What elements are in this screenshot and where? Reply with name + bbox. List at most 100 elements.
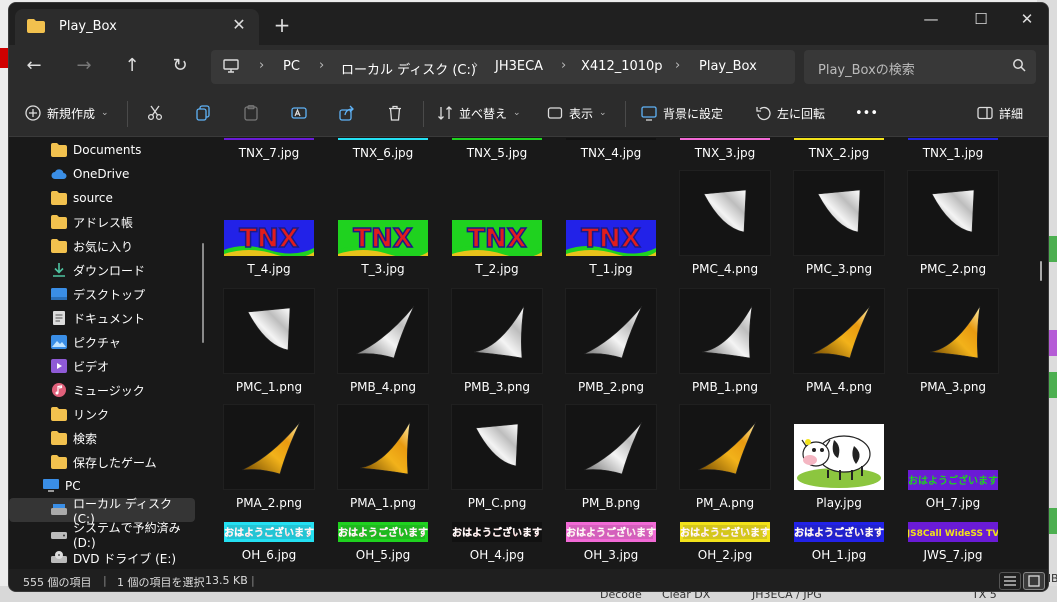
sidebar-item-documents[interactable]: Documents (9, 138, 195, 162)
view-icon (547, 107, 563, 119)
sidebar-item-onedrive[interactable]: OneDrive (9, 162, 195, 186)
file-item[interactable]: TNX T_2.jpg (441, 166, 553, 280)
maximize-icon[interactable]: ☐ (961, 7, 1001, 33)
pictures-icon (51, 335, 67, 349)
file-item[interactable]: おはようございます OH_2.jpg (669, 516, 781, 566)
paste-button[interactable] (243, 101, 259, 125)
sidebar-item-searches[interactable]: 検索 (9, 426, 195, 450)
new-button[interactable]: 新規作成 ⌄ (25, 101, 109, 125)
file-item[interactable]: PMA_3.png (897, 284, 1009, 398)
back-icon[interactable]: ← (19, 53, 49, 81)
file-item[interactable]: おはようございます OH_7.jpg (897, 400, 1009, 514)
file-item[interactable]: PMB_1.png (669, 284, 781, 398)
view-button[interactable]: 表示 ⌄ (547, 101, 607, 125)
file-name: PMB_4.png (349, 380, 417, 394)
file-thumbnail: おはようございます (219, 522, 319, 542)
breadcrumb-x412[interactable]: X412_1010p (581, 59, 663, 74)
sidebar-scrollbar[interactable] (202, 243, 204, 343)
details-button[interactable]: 詳細 (977, 101, 1023, 125)
file-item[interactable]: PMC_3.png (783, 166, 895, 280)
delete-button[interactable] (387, 101, 403, 125)
file-thumbnail: おはようございます (561, 522, 661, 542)
file-item[interactable]: PMA_1.png (327, 400, 439, 514)
file-item[interactable]: TNX 73 TNX_4.jpg (555, 138, 667, 164)
file-item[interactable]: PMC_2.png (897, 166, 1009, 280)
file-item[interactable]: TNX 73 TNX_7.jpg (213, 138, 325, 164)
file-item[interactable]: PMB_3.png (441, 284, 553, 398)
file-item[interactable]: PMA_4.png (783, 284, 895, 398)
breadcrumb-jh3eca[interactable]: JH3ECA (495, 59, 543, 74)
file-item[interactable]: おはようございます OH_1.jpg (783, 516, 895, 566)
sidebar-item-links[interactable]: リンク (9, 402, 195, 426)
sidebar-item-favorites[interactable]: お気に入り (9, 234, 195, 258)
address-bar[interactable]: › PC › ローカル ディスク (C:) › JH3ECA › X412_10… (211, 50, 795, 84)
more-options-button[interactable]: ••• (855, 101, 878, 125)
file-thumbnail: JS8Call WideSS TV (903, 522, 1003, 542)
rename-button[interactable] (291, 101, 307, 125)
file-item[interactable]: PMB_4.png (327, 284, 439, 398)
folder-icon (51, 191, 67, 205)
share-icon (339, 105, 354, 121)
up-icon[interactable]: ↑ (117, 53, 147, 81)
drive-icon (51, 504, 67, 515)
file-item[interactable]: おはようございます OH_6.jpg (213, 516, 325, 566)
pc-icon (223, 59, 239, 73)
sidebar-item-downloads[interactable]: ダウンロード (9, 258, 195, 282)
sidebar-item-saved-games[interactable]: 保存したゲーム (9, 450, 195, 474)
large-icons-view-button[interactable] (1023, 572, 1045, 590)
new-label: 新規作成 (47, 106, 96, 121)
share-button[interactable] (339, 101, 355, 125)
file-item[interactable]: PMA_2.png (213, 400, 325, 514)
file-item[interactable]: JS8Call WideSS TV JWS_7.jpg (897, 516, 1009, 566)
close-window-icon[interactable]: ✕ (1007, 7, 1047, 33)
sidebar-item-pictures[interactable]: ピクチャ (9, 330, 195, 354)
sidebar-item-dvd-drive[interactable]: DVD ドライブ (E:) (9, 546, 195, 569)
file-item[interactable]: TNX 73 TNX_2.jpg (783, 138, 895, 164)
file-item[interactable]: TNX T_4.jpg (213, 166, 325, 280)
chevron-right-icon: › (319, 58, 325, 73)
cut-button[interactable] (147, 101, 163, 125)
refresh-icon[interactable]: ↻ (165, 53, 195, 81)
file-item[interactable]: PMC_4.png (669, 166, 781, 280)
file-item[interactable]: おはようございます OH_4.jpg (441, 516, 553, 566)
file-item[interactable]: PMB_2.png (555, 284, 667, 398)
file-item[interactable]: TNX T_1.jpg (555, 166, 667, 280)
file-item[interactable]: PM_A.png (669, 400, 781, 514)
file-item[interactable]: TNX 73 TNX_6.jpg (327, 138, 439, 164)
search-box[interactable]: Play_Boxの検索 (804, 50, 1036, 84)
sidebar-item-videos[interactable]: ビデオ (9, 354, 195, 378)
sidebar-item-address-book[interactable]: アドレス帳 (9, 210, 195, 234)
file-item[interactable]: TNX T_3.jpg (327, 166, 439, 280)
breadcrumb-local-disk[interactable]: ローカル ディスク (C:) (341, 59, 476, 78)
sidebar-item-documents-jp[interactable]: ドキュメント (9, 306, 195, 330)
file-item[interactable]: Play.jpg (783, 400, 895, 514)
file-item[interactable]: おはようございます OH_3.jpg (555, 516, 667, 566)
close-tab-icon[interactable]: ✕ (229, 15, 249, 34)
tab-play-box[interactable]: Play_Box ✕ (15, 9, 259, 45)
sidebar-item-desktop[interactable]: デスクトップ (9, 282, 195, 306)
file-item[interactable]: PM_C.png (441, 400, 553, 514)
file-thumbnail (675, 404, 775, 490)
sort-button[interactable]: 並べ替え ⌄ (437, 101, 521, 125)
file-thumbnail: TNX 73 (675, 138, 775, 140)
sidebar-item-reserved-drive[interactable]: システムで予約済み (D:) (9, 521, 195, 550)
copy-button[interactable] (195, 101, 211, 125)
file-item[interactable]: おはようございます OH_5.jpg (327, 516, 439, 566)
file-item[interactable]: TNX 73 TNX_1.jpg (897, 138, 1009, 164)
sidebar-item-source[interactable]: source (9, 186, 195, 210)
file-item[interactable]: PM_B.png (555, 400, 667, 514)
new-tab-icon[interactable]: + (271, 13, 293, 37)
breadcrumb-pc[interactable]: PC (283, 59, 300, 74)
file-item[interactable]: TNX 73 TNX_5.jpg (441, 138, 553, 164)
rotate-left-button[interactable]: 左に回転 (755, 101, 825, 125)
set-wallpaper-button[interactable]: 背景に設定 (641, 101, 723, 125)
forward-icon[interactable]: → (69, 53, 99, 81)
sidebar-item-music[interactable]: ミュージック (9, 378, 195, 402)
file-item[interactable]: TNX 73 TNX_3.jpg (669, 138, 781, 164)
file-item[interactable]: PMC_1.png (213, 284, 325, 398)
content-scrollbar[interactable] (1040, 261, 1042, 281)
breadcrumb-play-box[interactable]: Play_Box (699, 59, 757, 74)
more-icon: ••• (855, 105, 879, 121)
details-view-button[interactable] (999, 572, 1021, 590)
minimize-icon[interactable]: — (911, 7, 951, 33)
